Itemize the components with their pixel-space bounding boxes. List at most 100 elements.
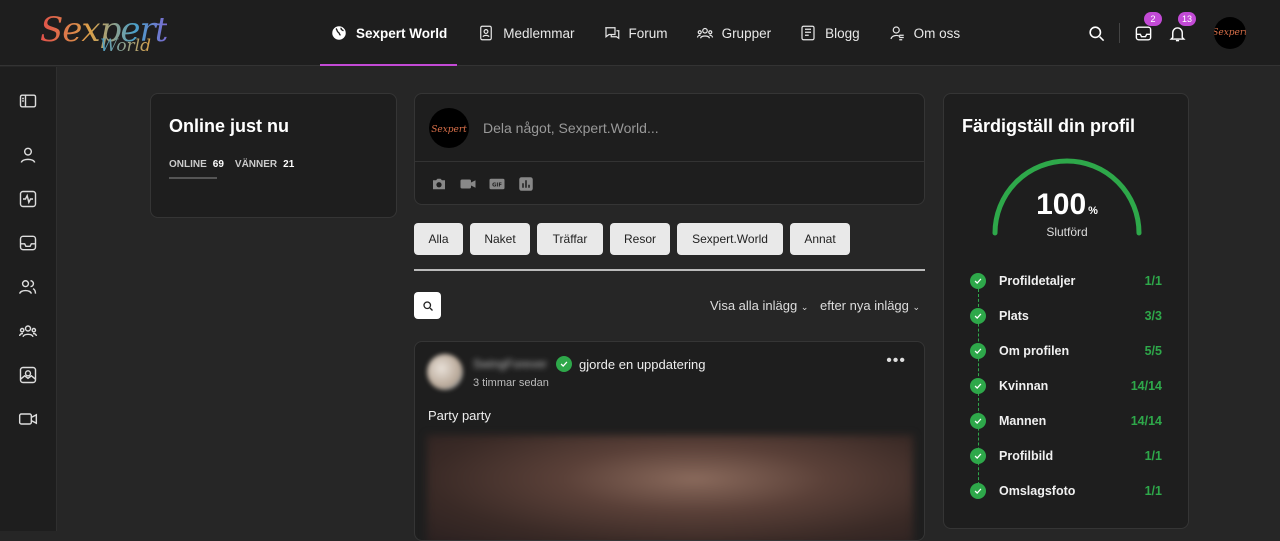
poll-icon bbox=[519, 177, 533, 191]
friends-tab-label[interactable]: VÄNNER bbox=[235, 159, 277, 170]
step-label: Omslagsfoto bbox=[999, 484, 1076, 498]
filter-naket[interactable]: Naket bbox=[470, 223, 530, 255]
profile-step[interactable]: Mannen 14/14 bbox=[970, 412, 1170, 430]
sidebar-item-inbox[interactable] bbox=[18, 233, 38, 253]
online-tabs: ONLINE 69 VÄNNER 21 bbox=[169, 159, 305, 170]
active-tab-underline bbox=[169, 177, 217, 179]
poll-button[interactable] bbox=[517, 175, 535, 193]
feed-filters: Alla Naket Träffar Resor Sexpert.World A… bbox=[414, 223, 857, 255]
profile-step[interactable]: Profilbild 1/1 bbox=[970, 447, 1170, 465]
globe-icon bbox=[332, 26, 346, 40]
check-icon bbox=[970, 448, 986, 464]
check-icon bbox=[970, 273, 986, 289]
feed-post: SwingForever gjorde en uppdatering 3 tim… bbox=[414, 341, 925, 541]
online-now-card: Online just nu ONLINE 69 VÄNNER 21 bbox=[150, 93, 397, 218]
post-more-menu[interactable]: ••• bbox=[886, 352, 906, 370]
gif-icon: GIF bbox=[489, 178, 505, 190]
svg-text:GIF: GIF bbox=[492, 182, 502, 188]
nav-item-blogg[interactable]: Blogg bbox=[799, 0, 860, 66]
nav-label: Medlemmar bbox=[503, 25, 575, 41]
profile-step[interactable]: Om profilen 5/5 bbox=[970, 342, 1170, 360]
filter-alla[interactable]: Alla bbox=[414, 223, 463, 255]
profile-step[interactable]: Plats 3/3 bbox=[970, 307, 1170, 325]
step-value: 1/1 bbox=[1144, 449, 1162, 463]
post-author-avatar[interactable] bbox=[427, 354, 463, 390]
feed-divider bbox=[414, 269, 925, 271]
friends-icon bbox=[18, 280, 37, 294]
nav-item-grupper[interactable]: Grupper bbox=[696, 0, 772, 66]
user-avatar[interactable]: Sexpert bbox=[1214, 17, 1246, 49]
post-author-name[interactable]: SwingForever bbox=[473, 357, 547, 371]
show-filter-dropdown[interactable]: Visa alla inlägg ⌄ bbox=[710, 298, 808, 313]
nav-label: Om oss bbox=[913, 25, 961, 41]
chevron-down-icon: ⌄ bbox=[912, 302, 921, 312]
check-icon bbox=[970, 378, 986, 394]
video-upload-button[interactable] bbox=[459, 175, 477, 193]
feed-search-button[interactable] bbox=[414, 292, 441, 319]
nav-label: Forum bbox=[628, 25, 668, 41]
check-icon bbox=[970, 413, 986, 429]
profile-step[interactable]: Profildetaljer 1/1 bbox=[970, 272, 1170, 290]
profile-step[interactable]: Kvinnan 14/14 bbox=[970, 377, 1170, 395]
post-action-text: gjorde en uppdatering bbox=[579, 357, 706, 372]
step-value: 1/1 bbox=[1144, 484, 1162, 498]
avatar-logo-text: Sexpert bbox=[1214, 28, 1246, 38]
order-filter-dropdown[interactable]: efter nya inlägg ⌄ bbox=[820, 298, 920, 313]
step-value: 14/14 bbox=[1130, 379, 1162, 393]
online-tab-label[interactable]: ONLINE bbox=[169, 159, 207, 170]
post-image[interactable] bbox=[427, 435, 913, 540]
sidebar-item-photos[interactable] bbox=[18, 365, 38, 385]
profile-step[interactable]: Omslagsfoto 1/1 bbox=[970, 482, 1170, 500]
user-icon bbox=[20, 147, 36, 163]
site-logo[interactable]: Sexpert World bbox=[40, 10, 168, 58]
search-icon bbox=[1088, 25, 1104, 41]
step-label: Kvinnan bbox=[999, 379, 1049, 393]
composer-input[interactable]: Dela något, Sexpert.World... bbox=[483, 120, 659, 136]
search-button[interactable] bbox=[1079, 16, 1113, 50]
members-icon bbox=[480, 25, 493, 41]
header-separator bbox=[1119, 23, 1120, 43]
activity-icon bbox=[19, 190, 37, 208]
notifications-badge: 13 bbox=[1177, 12, 1196, 26]
nav-item-forum[interactable]: Forum bbox=[603, 0, 668, 66]
filter-resor[interactable]: Resor bbox=[610, 223, 670, 255]
sidebar-item-profile[interactable] bbox=[18, 145, 38, 165]
gif-button[interactable]: GIF bbox=[488, 175, 506, 193]
video-icon bbox=[18, 413, 38, 425]
filter-sexpert-world[interactable]: Sexpert.World bbox=[677, 223, 783, 255]
filter-traffar[interactable]: Träffar bbox=[537, 223, 603, 255]
filter-annat[interactable]: Annat bbox=[790, 223, 850, 255]
post-timestamp[interactable]: 3 timmar sedan bbox=[473, 377, 549, 389]
step-label: Plats bbox=[999, 309, 1029, 323]
nav-label: Grupper bbox=[721, 25, 772, 41]
completion-percent: 100% bbox=[944, 188, 1190, 222]
nav-item-om-oss[interactable]: Om oss bbox=[888, 0, 961, 66]
percent-number: 100 bbox=[1036, 188, 1087, 221]
sidebar-item-videos[interactable] bbox=[18, 409, 38, 429]
forum-icon bbox=[604, 27, 619, 40]
sidebar-item-activity[interactable] bbox=[18, 189, 38, 209]
online-title: Online just nu bbox=[169, 116, 289, 136]
bell-icon bbox=[1168, 26, 1186, 41]
composer-tools: GIF bbox=[430, 175, 546, 193]
video-icon bbox=[460, 179, 476, 189]
check-icon bbox=[970, 483, 986, 499]
check-icon bbox=[970, 343, 986, 359]
verified-badge-icon bbox=[556, 356, 572, 372]
step-value: 14/14 bbox=[1130, 414, 1162, 428]
main-nav: Sexpert World Medlemmar Forum Grupper Bl… bbox=[320, 0, 988, 66]
sidebar-item-groups[interactable] bbox=[18, 321, 38, 341]
messages-button[interactable]: 2 bbox=[1126, 12, 1162, 50]
step-value: 1/1 bbox=[1144, 274, 1162, 288]
nav-item-sexpert-world[interactable]: Sexpert World bbox=[320, 0, 458, 66]
avatar-logo-text: Sexpert bbox=[431, 125, 467, 135]
sidebar-item-friends[interactable] bbox=[18, 277, 38, 297]
blog-icon bbox=[801, 25, 815, 41]
camera-icon bbox=[433, 178, 445, 190]
nav-item-medlemmar[interactable]: Medlemmar bbox=[477, 0, 575, 66]
left-sidebar bbox=[0, 67, 57, 531]
nav-label: Sexpert World bbox=[356, 25, 448, 41]
notifications-button[interactable]: 13 bbox=[1160, 12, 1196, 50]
photo-upload-button[interactable] bbox=[430, 175, 448, 193]
sidebar-toggle[interactable] bbox=[18, 91, 38, 111]
